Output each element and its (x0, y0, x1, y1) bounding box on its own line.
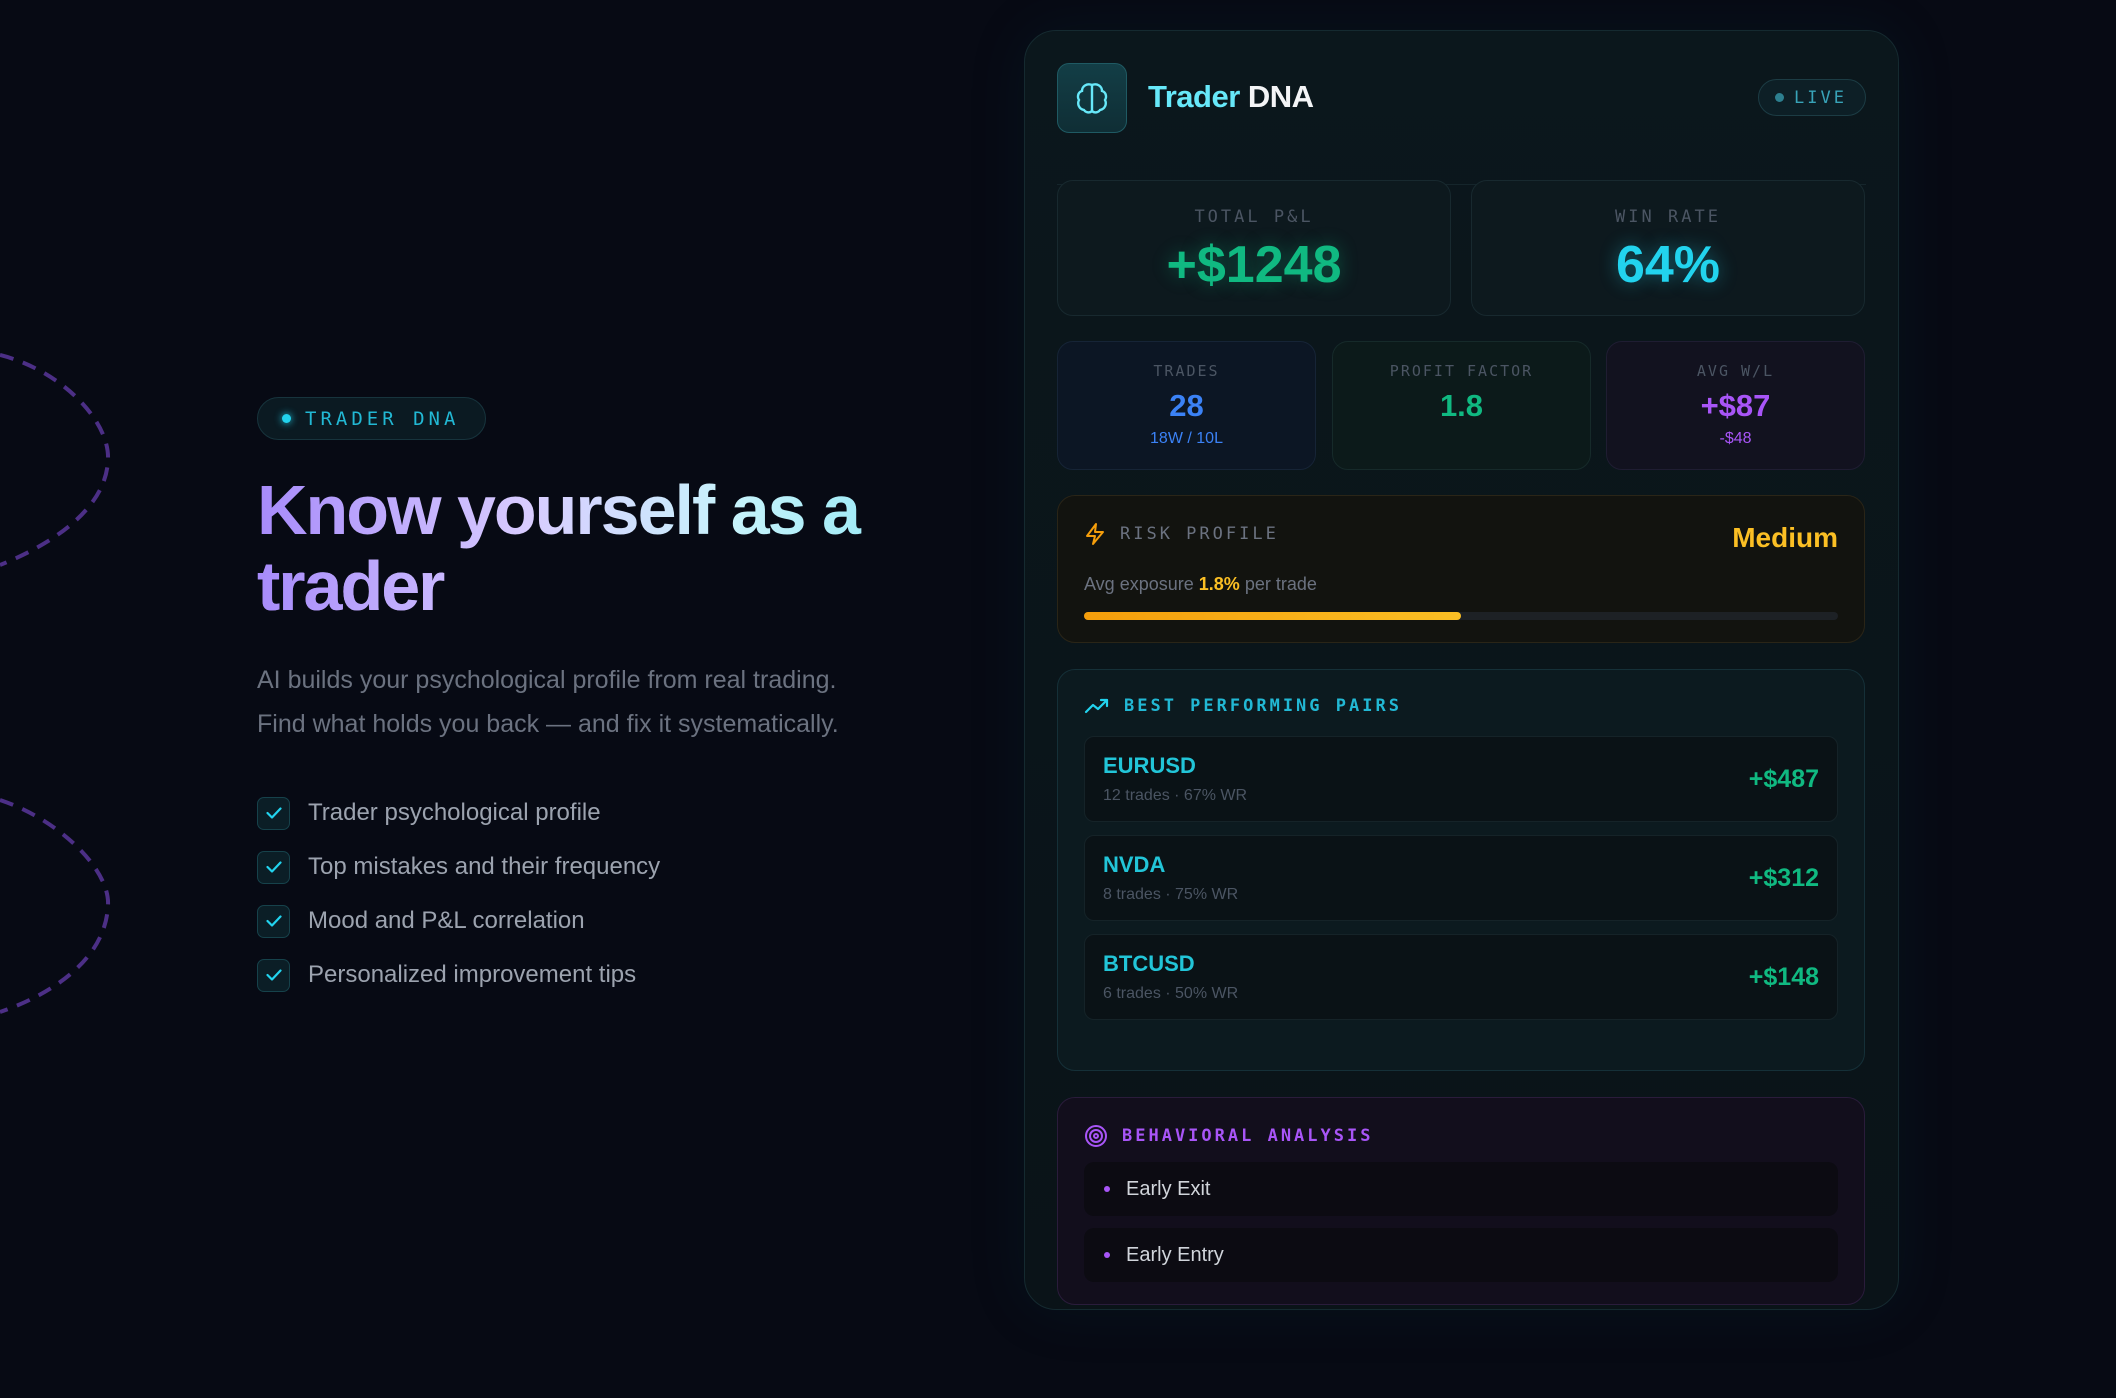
pair-name: NVDA (1103, 852, 1166, 877)
stat-value: +$87 (1700, 388, 1771, 423)
best-pairs-panel: BEST PERFORMING PAIRS EURUSD 12 trades ·… (1057, 669, 1865, 1071)
risk-progress-bar (1084, 612, 1838, 620)
card-title-part2: DNA (1247, 79, 1314, 114)
check-icon (257, 796, 290, 830)
section-badge: TRADER DNA (257, 397, 487, 440)
risk-level: Medium (1732, 522, 1838, 553)
trending-up-icon (1084, 698, 1109, 714)
pair-name: BTCUSD (1103, 951, 1195, 976)
brain-icon (1057, 63, 1127, 133)
pair-meta: 6 trades · 50% WR (1103, 985, 1239, 1002)
hero-title-line1: Know yourself as a (257, 471, 859, 549)
stat-sub: -$48 (1719, 430, 1752, 447)
card-title-part1: Trader (1148, 79, 1240, 114)
stat-label: WIN RATE (1615, 207, 1721, 227)
behavior-text: Early Exit (1126, 1177, 1211, 1200)
lightning-icon (1086, 523, 1104, 545)
behavior-header: BEHAVIORAL ANALYSIS (1084, 1124, 1373, 1148)
pairs-label: BEST PERFORMING PAIRS (1124, 696, 1402, 716)
card-title: Trader DNA (1148, 79, 1314, 115)
stat-label: TOTAL P&L (1194, 207, 1314, 227)
stat-value: +$1248 (1166, 236, 1342, 294)
stat-total-pnl: TOTAL P&L +$1248 (1057, 180, 1451, 316)
stat-value: 28 (1169, 388, 1204, 423)
check-icon (257, 850, 290, 884)
pair-pnl: +$487 (1748, 765, 1819, 793)
risk-exposure-value: 1.8% (1198, 574, 1240, 594)
pairs-header: BEST PERFORMING PAIRS (1084, 696, 1402, 716)
feature-text: Mood and P&L correlation (308, 907, 585, 934)
feature-item: Mood and P&L correlation (257, 894, 937, 948)
decorative-curves (0, 353, 111, 1014)
bullet-icon (1104, 1186, 1110, 1192)
feature-text: Personalized improvement tips (308, 961, 637, 988)
target-icon (1085, 1125, 1107, 1147)
live-badge: LIVE (1758, 79, 1866, 116)
stat-profit-factor: PROFIT FACTOR 1.8 (1332, 341, 1591, 470)
stat-value: 1.8 (1439, 388, 1484, 423)
feature-text: Top mistakes and their frequency (308, 853, 661, 880)
trader-dna-card: Trader DNA LIVE TOTAL P&L +$1248 WIN RAT… (1024, 30, 1899, 1310)
feature-list: Trader psychological profile Top mistake… (257, 786, 937, 1002)
check-icon (257, 958, 290, 992)
feature-item: Personalized improvement tips (257, 948, 937, 1002)
stat-label: PROFIT FACTOR (1389, 362, 1534, 380)
behavior-text: Early Entry (1126, 1243, 1224, 1266)
stat-label: TRADES (1153, 362, 1220, 380)
behavior-label: BEHAVIORAL ANALYSIS (1122, 1126, 1374, 1146)
risk-label: RISK PROFILE (1120, 524, 1279, 544)
stat-value: 64% (1615, 236, 1721, 294)
card-header: Trader DNA LIVE (1057, 63, 1866, 185)
stat-label: AVG W/L (1696, 362, 1775, 380)
risk-text-prefix: Avg exposure (1084, 574, 1194, 594)
hero-subtitle-line1: AI builds your psychological profile fro… (257, 666, 837, 694)
pair-name: EURUSD (1103, 753, 1196, 778)
check-icon (257, 904, 290, 938)
badge-dot-icon (282, 414, 291, 423)
behavioral-analysis-panel: BEHAVIORAL ANALYSIS Early Exit Early Ent… (1057, 1097, 1865, 1305)
hero-title: Know yourself as a trader (257, 472, 937, 624)
risk-profile-panel: RISK PROFILE Medium Avg exposure 1.8% pe… (1057, 495, 1865, 643)
hero-title-line2: trader (257, 547, 445, 625)
pair-row[interactable]: BTCUSD 6 trades · 50% WR +$148 (1084, 934, 1838, 1020)
stat-sub: 18W / 10L (1150, 430, 1223, 447)
risk-header: RISK PROFILE (1084, 522, 1279, 546)
hero-subtitle: AI builds your psychological profile fro… (257, 658, 937, 746)
pair-row[interactable]: NVDA 8 trades · 75% WR +$312 (1084, 835, 1838, 921)
pair-meta: 12 trades · 67% WR (1103, 787, 1248, 804)
feature-text: Trader psychological profile (308, 799, 601, 826)
badge-label: TRADER DNA (305, 407, 460, 430)
live-dot-icon (1775, 93, 1785, 102)
pair-row[interactable]: EURUSD 12 trades · 67% WR +$487 (1084, 736, 1838, 822)
stat-trades: TRADES 28 18W / 10L (1057, 341, 1316, 470)
hero-subtitle-line2: Find what holds you back — and fix it sy… (257, 710, 839, 738)
behavior-item: Early Exit (1084, 1162, 1838, 1216)
feature-item: Trader psychological profile (257, 786, 937, 840)
feature-item: Top mistakes and their frequency (257, 840, 937, 894)
live-label: LIVE (1794, 87, 1847, 108)
risk-exposure-text: Avg exposure 1.8% per trade (1084, 574, 1317, 595)
bullet-icon (1104, 1252, 1110, 1258)
stat-win-rate: WIN RATE 64% (1471, 180, 1865, 316)
pair-pnl: +$312 (1748, 864, 1819, 892)
pair-pnl: +$148 (1748, 963, 1819, 991)
pair-meta: 8 trades · 75% WR (1103, 886, 1239, 903)
stat-avg-wl: AVG W/L +$87 -$48 (1606, 341, 1865, 470)
behavior-item: Early Entry (1084, 1228, 1838, 1282)
risk-text-suffix: per trade (1244, 574, 1317, 594)
hero-section: TRADER DNA Know yourself as a trader AI … (257, 397, 937, 1002)
risk-progress-fill (1084, 612, 1461, 620)
